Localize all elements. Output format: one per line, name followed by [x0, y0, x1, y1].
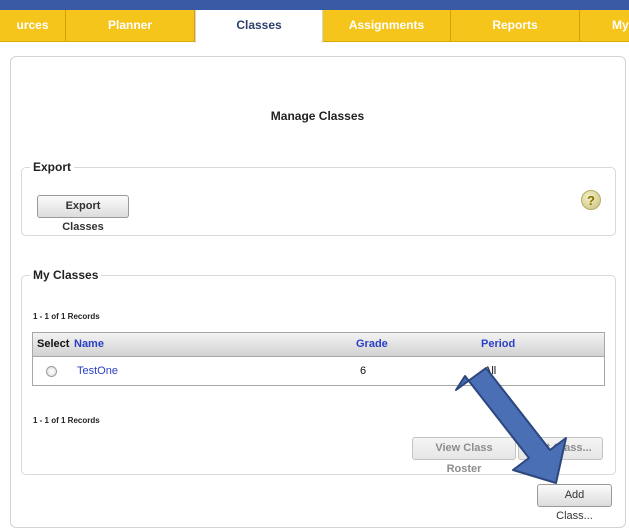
add-class-button[interactable]: Add Class... [537, 484, 612, 522]
main-nav: urces Planner Classes Assignments Report… [0, 10, 629, 43]
tab-assignments[interactable]: Assignments [323, 10, 451, 41]
question-mark-icon[interactable]: ? [581, 190, 601, 210]
column-grade-sort[interactable]: Grade [356, 333, 388, 356]
tab-reports[interactable]: Reports [451, 10, 580, 41]
page-title: Manage Classes [270, 109, 365, 123]
export-legend: Export [33, 160, 72, 174]
column-select: Select [37, 338, 70, 350]
row-select-radio[interactable] [46, 366, 57, 377]
top-strip [0, 0, 629, 10]
tab-classes[interactable]: Classes [195, 10, 323, 43]
class-grade: 6 [360, 365, 367, 377]
tab-my[interactable]: My [580, 10, 629, 41]
table-row: TestOne 6 All [33, 357, 604, 385]
column-period-sort[interactable]: Period [481, 333, 515, 356]
export-classes-button[interactable]: Export Classes [37, 195, 129, 233]
records-count-top: 1 - 1 of 1 Records [33, 312, 100, 321]
column-name-sort[interactable]: Name [74, 333, 104, 356]
edit-class-button[interactable]: Edit Class... [518, 437, 603, 460]
class-name-link[interactable]: TestOne [77, 357, 118, 385]
view-class-roster-button[interactable]: View Class Roster [412, 437, 516, 475]
classes-table: Select Name Grade Period TestOne 6 All [32, 332, 605, 386]
class-period: All [484, 365, 497, 377]
table-header: Select Name Grade Period [33, 333, 604, 357]
records-count-bottom: 1 - 1 of 1 Records [33, 416, 100, 425]
my-classes-legend: My Classes [33, 268, 99, 282]
tab-resources[interactable]: urces [0, 10, 66, 41]
tab-planner[interactable]: Planner [66, 10, 195, 41]
